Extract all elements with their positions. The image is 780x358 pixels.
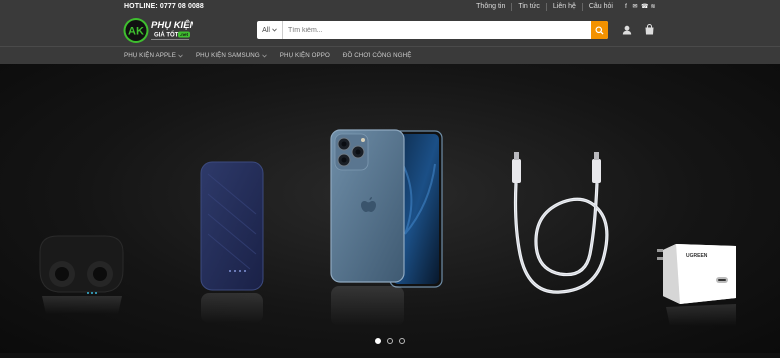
top-link-info[interactable]: Thông tin bbox=[470, 3, 511, 11]
nav-item-gadgets[interactable]: ĐỒ CHƠI CÔNG NGHỆ bbox=[343, 52, 412, 59]
nav-item-label: PHỤ KIỆN APPLE bbox=[124, 52, 176, 59]
logo-monogram: AK bbox=[128, 26, 144, 38]
search-button[interactable] bbox=[591, 21, 608, 39]
search-icon bbox=[595, 25, 604, 35]
nav-item-samsung[interactable]: PHỤ KIỆN SAMSUNG bbox=[196, 52, 267, 59]
phone-icon[interactable]: ☎ bbox=[641, 4, 648, 10]
hotline-text: HOTLINE: 0777 08 0088 bbox=[124, 3, 204, 10]
header: AK PHỤ KIỆN GIÁ TỐT .net All bbox=[0, 14, 780, 46]
top-link-contact[interactable]: Liên hệ bbox=[545, 3, 582, 11]
nav-item-oppo[interactable]: PHỤ KIỆN OPPO bbox=[280, 52, 330, 59]
facebook-icon[interactable]: f bbox=[623, 4, 629, 10]
rss-icon[interactable]: ≋ bbox=[650, 4, 656, 10]
search-category-select[interactable]: All bbox=[257, 21, 283, 39]
nav-item-apple[interactable]: PHỤ KIỆN APPLE bbox=[124, 52, 183, 59]
top-links: Thông tin Tin tức Liên hệ Câu hỏi f ✉ ☎ … bbox=[470, 3, 656, 11]
social-links: f ✉ ☎ ≋ bbox=[623, 4, 656, 10]
nav-item-label: ĐỒ CHƠI CÔNG NGHỆ bbox=[342, 52, 412, 59]
mail-icon[interactable]: ✉ bbox=[632, 4, 638, 10]
chevron-down-icon bbox=[262, 54, 267, 58]
hero-product-image: UGREEN bbox=[39, 129, 736, 326]
power-bank-product bbox=[200, 161, 264, 323]
logo-line1: PHỤ KIỆN bbox=[151, 19, 193, 31]
chevron-down-icon bbox=[272, 28, 277, 32]
slide-dot-1[interactable] bbox=[375, 338, 381, 344]
earbuds-product bbox=[39, 235, 124, 314]
top-link-news[interactable]: Tin tức bbox=[511, 3, 546, 11]
slide-dot-3[interactable] bbox=[399, 338, 405, 344]
site-logo[interactable]: AK PHỤ KIỆN GIÁ TỐT .net bbox=[123, 17, 193, 44]
logo-badge: .net bbox=[180, 32, 189, 37]
user-icon[interactable] bbox=[622, 25, 632, 35]
nav-item-label: PHỤ KIỆN SAMSUNG bbox=[195, 52, 260, 59]
chevron-down-icon bbox=[178, 54, 183, 58]
header-icons bbox=[622, 24, 655, 35]
iphone-product bbox=[330, 129, 443, 326]
nav-item-label: PHỤ KIỆN OPPO bbox=[279, 52, 330, 59]
top-link-faq[interactable]: Câu hỏi bbox=[581, 3, 619, 11]
top-bar: HOTLINE: 0777 08 0088 Thông tin Tin tức … bbox=[0, 0, 780, 14]
charger-brand-label: UGREEN bbox=[686, 253, 708, 259]
slider-pagination bbox=[375, 338, 405, 344]
logo-line2: GIÁ TỐT bbox=[154, 32, 179, 39]
search-input[interactable] bbox=[283, 21, 591, 39]
hero-banner-slider[interactable]: UGREEN bbox=[0, 64, 780, 353]
search-bar: All bbox=[257, 21, 608, 39]
main-nav: PHỤ KIỆN APPLE PHỤ KIỆN SAMSUNG PHỤ KIỆN… bbox=[0, 46, 780, 64]
slide-dot-2[interactable] bbox=[387, 338, 393, 344]
charger-product: UGREEN bbox=[657, 244, 736, 326]
search-category-label: All bbox=[262, 26, 270, 34]
usb-c-cable-product bbox=[512, 152, 609, 294]
cart-icon[interactable] bbox=[644, 24, 655, 35]
